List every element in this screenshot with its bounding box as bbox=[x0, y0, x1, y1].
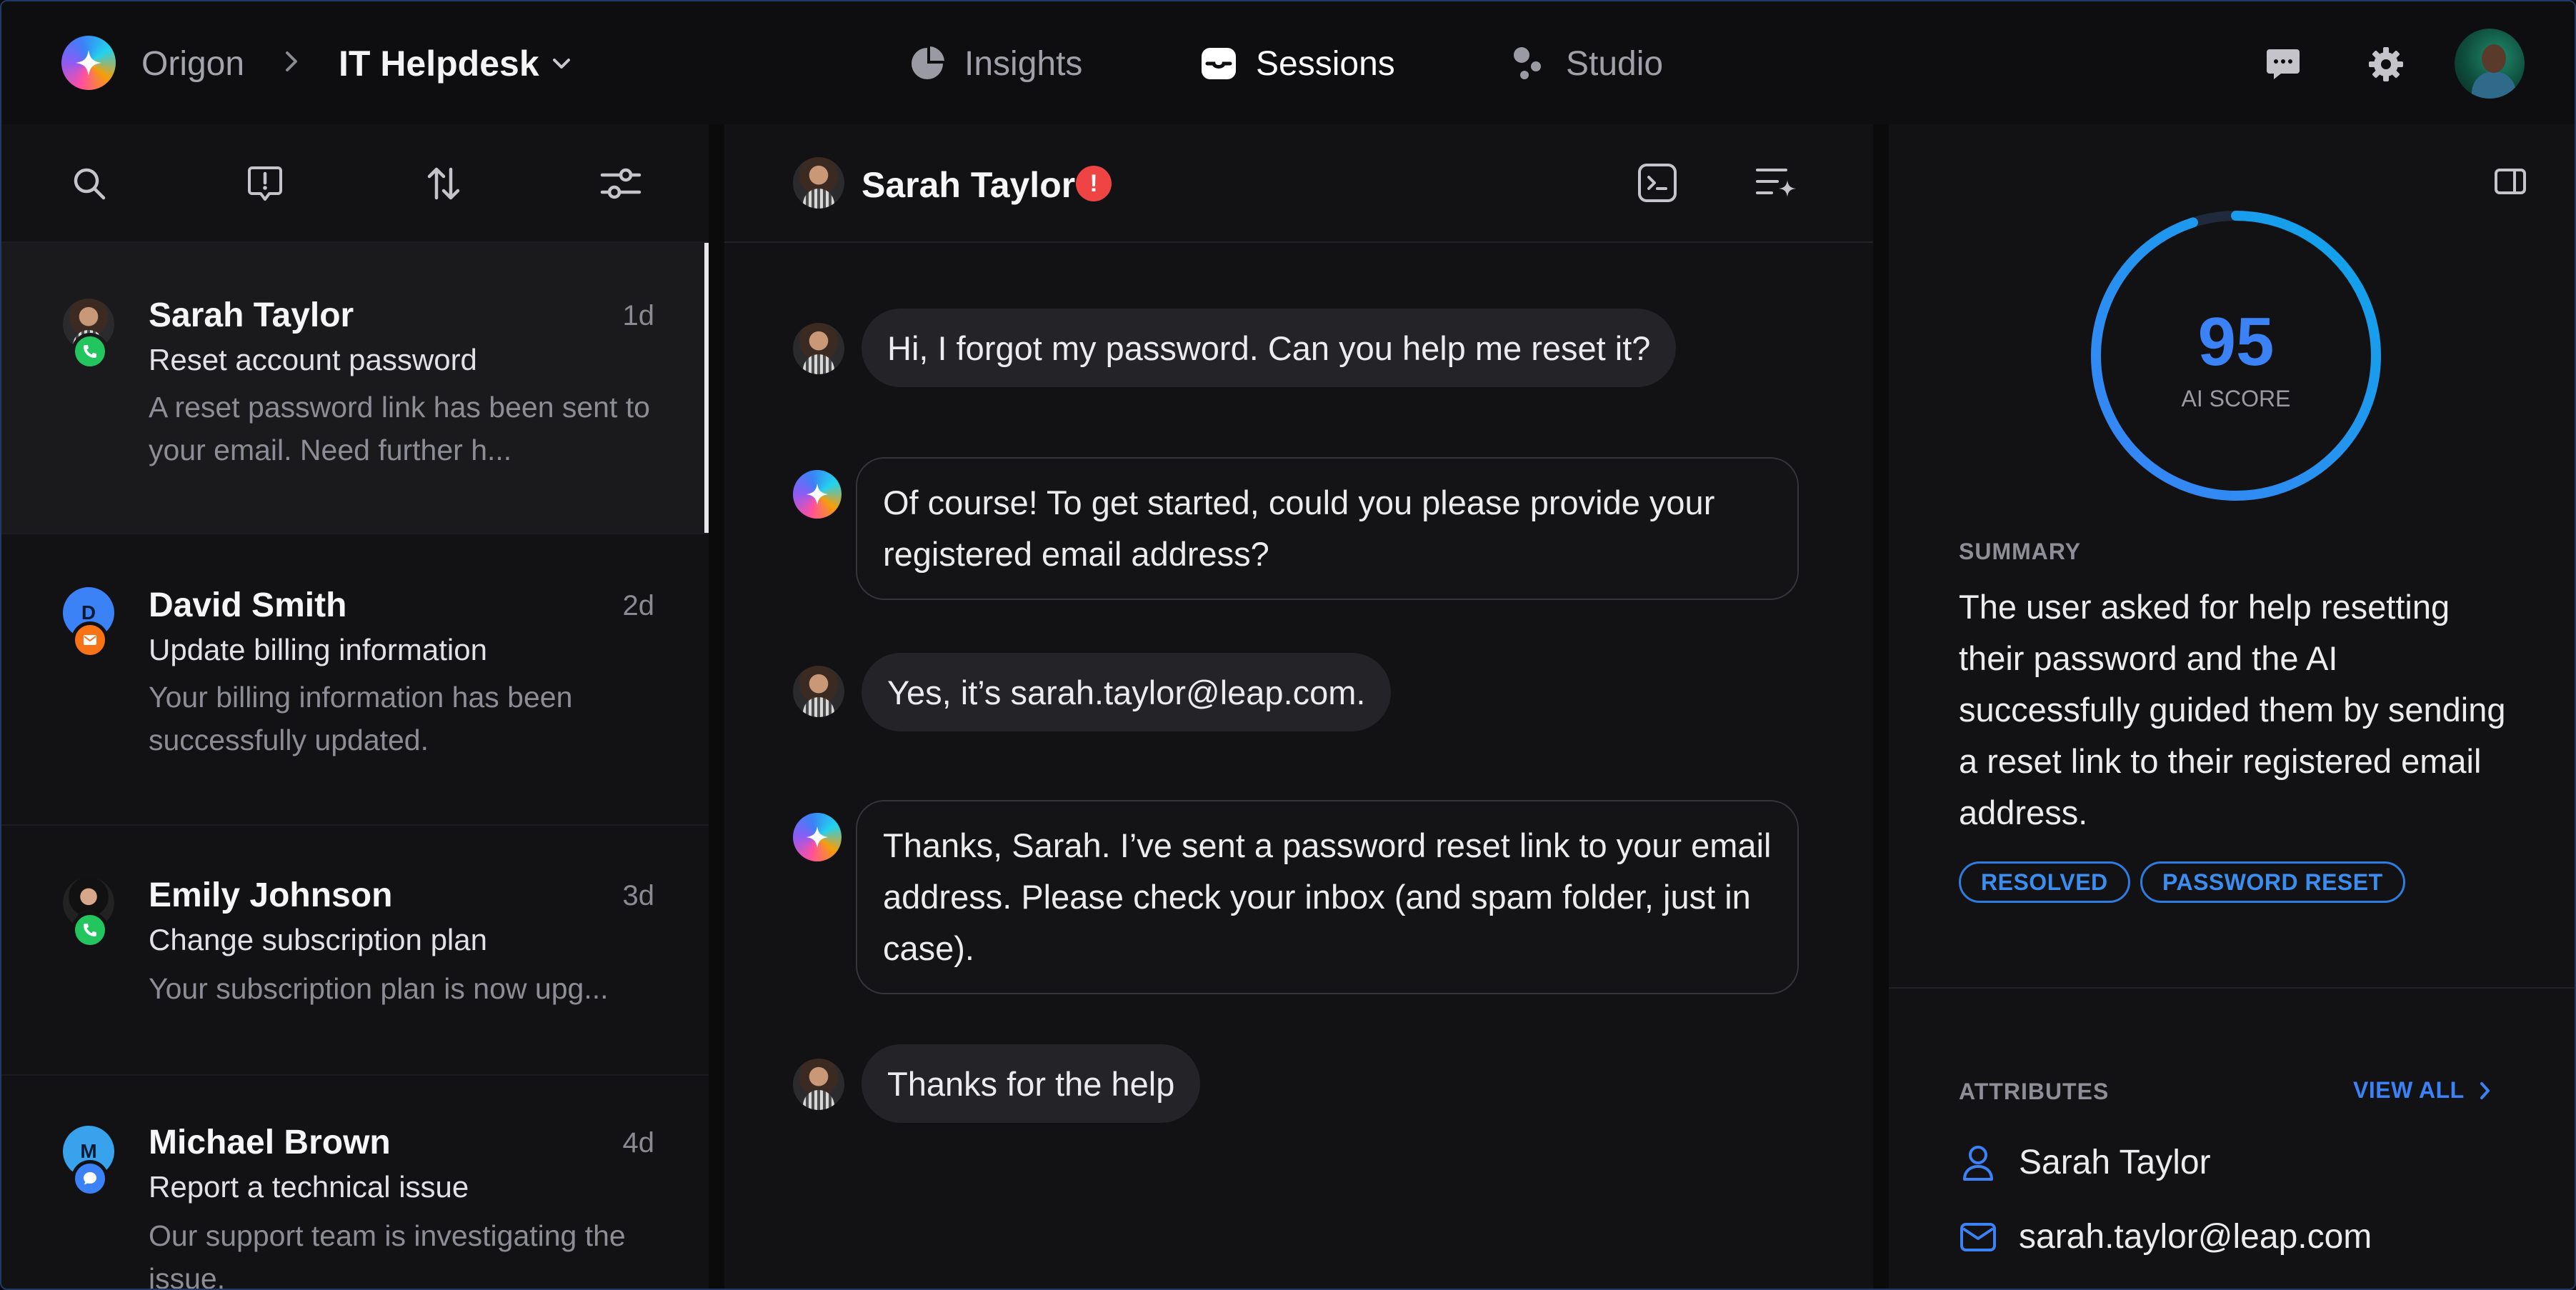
inbox-icon bbox=[1197, 42, 1240, 85]
contact-avatar bbox=[793, 323, 844, 374]
assistant-avatar-icon bbox=[793, 470, 842, 519]
tag-resolved[interactable]: RESOLVED bbox=[1959, 861, 2130, 903]
top-bar: Origon IT Helpdesk Insights Sessions Stu… bbox=[1, 1, 2575, 124]
session-preview: Your subscription plan is now upg... bbox=[149, 972, 609, 1005]
session-preview: A reset password link has been sent to y… bbox=[149, 391, 650, 466]
session-preview: Your billing information has been succes… bbox=[149, 681, 573, 756]
attributes-label: ATTRIBUTES bbox=[1959, 1079, 2110, 1104]
nav-sessions-label: Sessions bbox=[1256, 44, 1395, 83]
session-item[interactable]: M Michael Brown 4d Report a technical is… bbox=[1, 1076, 709, 1290]
ai-score-label: AI SCORE bbox=[2181, 386, 2291, 411]
nav-insights[interactable]: Insights bbox=[906, 39, 1082, 89]
chevron-down-icon[interactable] bbox=[550, 56, 573, 76]
assistant-message: Thanks, Sarah. I’ve sent a password rese… bbox=[856, 800, 1799, 994]
attribute-name: Sarah Taylor bbox=[1959, 1143, 2211, 1182]
session-name: Sarah Taylor bbox=[149, 296, 354, 334]
assistant-message: Of course! To get started, could you ple… bbox=[856, 457, 1799, 600]
assistant-avatar-icon bbox=[793, 813, 842, 861]
attribute-value: Sarah Taylor bbox=[2019, 1144, 2211, 1181]
summary-label: SUMMARY bbox=[1959, 539, 2082, 564]
phone-icon bbox=[71, 911, 109, 949]
session-subject: Change subscription plan bbox=[149, 923, 487, 956]
origon-logo-icon[interactable] bbox=[61, 36, 116, 90]
user-message: Yes, it’s sarah.taylor@leap.com. bbox=[862, 653, 1392, 731]
divider bbox=[1889, 987, 2575, 989]
conversation-panel: Sarah Taylor ! Hi, I forgot my password.… bbox=[724, 124, 1873, 1289]
gear-icon[interactable] bbox=[2363, 41, 2409, 87]
session-time: 1d bbox=[622, 300, 655, 331]
contact-avatar bbox=[793, 1059, 844, 1110]
contact-avatar bbox=[793, 157, 844, 209]
attribute-value: sarah.taylor@leap.com bbox=[2019, 1218, 2372, 1256]
nav-studio[interactable]: Studio bbox=[1507, 39, 1663, 89]
conversation-header: Sarah Taylor ! bbox=[724, 124, 1873, 243]
contact-avatar bbox=[793, 666, 844, 717]
app-window: Origon IT Helpdesk Insights Sessions Stu… bbox=[0, 0, 2576, 1290]
session-item[interactable]: Sarah Taylor 1d Reset account password A… bbox=[1, 243, 709, 534]
panel-gap bbox=[1873, 124, 1889, 1289]
ai-score-value: 95 bbox=[2197, 304, 2275, 380]
session-time: 4d bbox=[622, 1127, 655, 1159]
user-message: Thanks for the help bbox=[862, 1044, 1201, 1123]
mail-icon bbox=[1959, 1218, 1997, 1256]
session-item[interactable]: D David Smith 2d Update billing informat… bbox=[1, 534, 709, 826]
nav-studio-label: Studio bbox=[1566, 44, 1664, 83]
session-name: Emily Johnson bbox=[149, 876, 393, 914]
alert-filter-icon[interactable] bbox=[240, 159, 290, 209]
chat-icon bbox=[71, 1160, 109, 1197]
session-preview: Our support team is investigating the is… bbox=[149, 1219, 626, 1290]
studio-icon bbox=[1507, 42, 1550, 85]
breadcrumb-chevron-icon bbox=[283, 47, 300, 79]
messages-icon[interactable] bbox=[2260, 41, 2306, 87]
session-name: Michael Brown bbox=[149, 1124, 391, 1161]
panel-gap bbox=[709, 124, 724, 1289]
session-time: 3d bbox=[622, 880, 655, 911]
nav-insights-label: Insights bbox=[964, 44, 1083, 83]
details-panel: 95 AI SCORE SUMMARY The user asked for h… bbox=[1889, 124, 2575, 1289]
email-icon bbox=[71, 621, 109, 659]
sort-icon[interactable] bbox=[419, 159, 469, 209]
filter-sliders-icon[interactable] bbox=[596, 159, 646, 209]
session-item[interactable]: Emily Johnson 3d Change subscription pla… bbox=[1, 826, 709, 1076]
sessions-toolbar bbox=[1, 124, 709, 243]
session-name: David Smith bbox=[149, 586, 347, 624]
user-message: Hi, I forgot my password. Can you help m… bbox=[862, 309, 1677, 387]
view-all-link[interactable]: VIEW ALL bbox=[2353, 1077, 2492, 1104]
view-all-label: VIEW ALL bbox=[2353, 1077, 2465, 1103]
project-selector[interactable]: IT Helpdesk bbox=[339, 43, 539, 84]
collapse-panel-icon[interactable] bbox=[2490, 161, 2530, 205]
alert-badge[interactable]: ! bbox=[1076, 166, 1112, 201]
org-name[interactable]: Origon bbox=[141, 44, 244, 84]
sessions-panel: Sarah Taylor 1d Reset account password A… bbox=[1, 124, 709, 1290]
phone-icon bbox=[71, 333, 109, 370]
chevron-right-icon bbox=[2480, 1081, 2490, 1099]
user-icon bbox=[1959, 1144, 1997, 1182]
user-avatar[interactable] bbox=[2455, 29, 2525, 99]
session-time: 2d bbox=[622, 590, 655, 621]
session-subject: Report a technical issue bbox=[149, 1170, 469, 1204]
session-subject: Reset account password bbox=[149, 343, 477, 376]
attribute-email: sarah.taylor@leap.com bbox=[1959, 1217, 2372, 1256]
session-subject: Update billing information bbox=[149, 633, 487, 666]
search-icon[interactable] bbox=[64, 159, 114, 209]
nav-sessions[interactable]: Sessions bbox=[1197, 39, 1395, 89]
tag-password-reset[interactable]: PASSWORD RESET bbox=[2140, 861, 2405, 903]
ai-summary-icon[interactable] bbox=[1752, 157, 1803, 209]
terminal-icon[interactable] bbox=[1632, 157, 1683, 209]
summary-text: The user asked for help resetting their … bbox=[1959, 588, 2506, 831]
pie-chart-icon bbox=[906, 42, 949, 85]
conversation-contact-name: Sarah Taylor bbox=[862, 165, 1076, 205]
